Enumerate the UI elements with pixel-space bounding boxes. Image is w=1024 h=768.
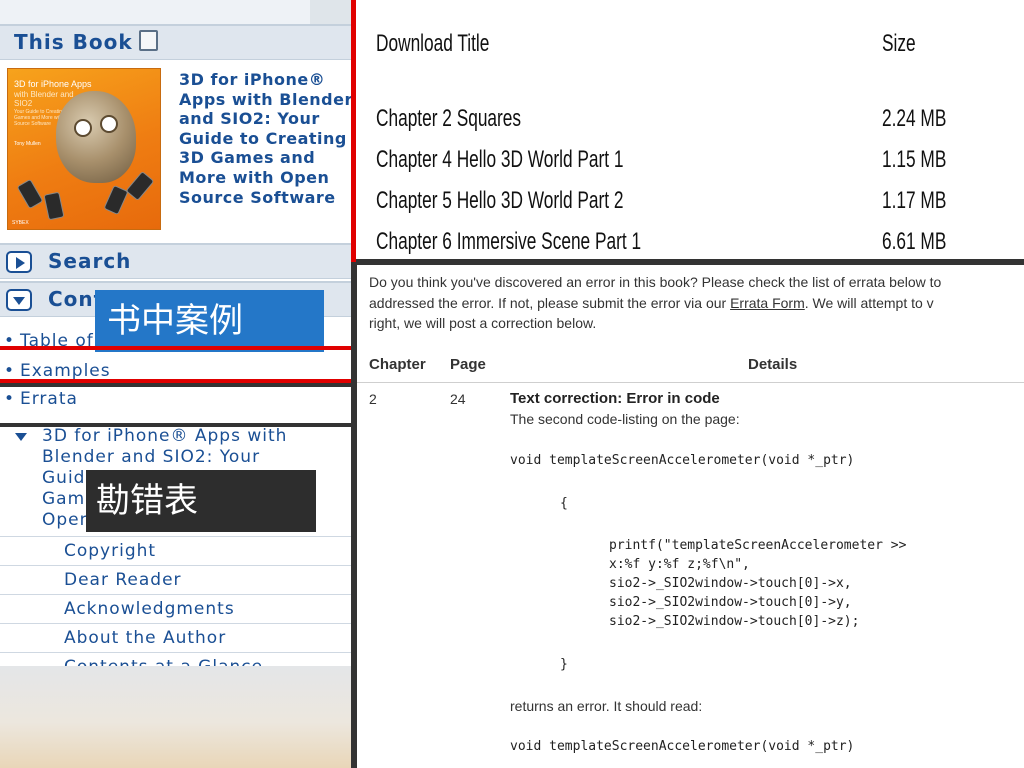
highlight-box-examples [0,346,353,383]
book-title-line: Source Software [179,187,336,207]
code-listing-signature: void templateScreenAccelerometer(void *_… [510,453,855,468]
errata-form-link[interactable]: Errata Form [730,295,805,311]
download-size: 1.15 MB [882,146,947,173]
errata-intro-fragment: addressed the error. If not, please subm… [369,294,731,311]
cover-phone-icon [16,178,44,210]
search-section-toggle[interactable]: Search [0,243,353,279]
book-title-line: 3D for iPhone® [179,70,326,89]
annotation-errata-label: 勘错表 [86,470,316,532]
download-link[interactable]: Chapter 2 Squares [376,105,521,133]
errata-intro-fragment: . We will attempt to v [804,294,934,311]
download-link[interactable]: Chapter 6 Immersive Scene Part 1 [376,228,641,256]
column-header-details: Details [748,356,798,373]
downloads-header-size: Size [882,30,916,57]
cover-publisher: SYBEX [12,220,29,226]
book-title-line: and SIO2: Your [179,109,320,129]
tree-item-about-the-author[interactable]: About the Author [0,623,353,652]
cover-phone-icon [43,191,65,221]
download-link[interactable]: Chapter 5 Hello 3D World Part 2 [376,187,623,215]
errata-intro-line: addressed the error. If not, please subm… [369,293,1024,314]
column-header-chapter: Chapter [369,356,426,373]
errata-intro-text: Do you think you've discovered an error … [369,272,1024,334]
book-title-line: More with Open [179,167,330,187]
cover-eye-icon [100,115,118,133]
download-link[interactable]: Chapter 4 Hello 3D World Part 1 [376,146,623,174]
tree-parent-line: Blender and SIO2: Your [42,447,261,467]
download-size: 1.17 MB [882,187,947,214]
tree-item-dear-reader[interactable]: Dear Reader [0,565,353,594]
code-brace-close: } [560,657,568,672]
book-title-link[interactable]: 3D for iPhone® Apps with Blender and SIO… [179,70,353,207]
cover-phone-icon [125,170,155,202]
errata-returns-text: returns an error. It should read: [510,698,703,714]
cover-eye-icon [74,119,92,137]
errata-intro-line: right, we will post a correction below. [369,315,597,331]
download-size: 6.61 MB [882,228,947,255]
code-brace-open: { [560,496,568,511]
cover-author: Tony Mullen [14,141,41,147]
errata-table-header: Chapter Page Details [357,345,1024,383]
tree-item-contents-at-a-glance[interactable]: Contents at a Glance [0,652,353,666]
sidebar-bottom-background [0,666,353,768]
errata-detail-intro: The second code-listing on the page: [510,411,740,427]
cover-creature-illustration [56,91,136,183]
tree-item-acknowledgments[interactable]: Acknowledgments [0,594,353,623]
book-title-line: 3D Games and [179,148,316,168]
downloads-panel: Download Title Size Chapter 2 Squares 2.… [356,0,1024,259]
errata-panel: Do you think you've discovered an error … [357,265,1024,768]
book-title-line: Guide to Creating [179,128,347,148]
collapse-arrow-icon [6,289,32,311]
code-listing-signature-corrected: void templateScreenAccelerometer(void *_… [510,739,855,754]
column-header-page: Page [450,356,486,373]
errata-detail-title: Text correction: Error in code [510,390,720,407]
tree-parent-line: 3D for iPhone® Apps with [42,426,288,446]
this-book-label: This Book [14,30,133,54]
errata-intro-line: Do you think you've discovered an error … [369,274,942,290]
errata-cell-chapter: 2 [369,391,377,407]
download-size: 2.24 MB [882,105,947,132]
annotation-examples-label: 书中案例 [95,290,324,352]
highlight-box-errata [0,383,353,427]
cover-phone-icon [103,184,129,216]
sidebar: This Book 3D for iPhone Apps with Blende… [0,0,353,768]
expand-arrow-icon [6,251,32,273]
search-label: Search [48,249,132,273]
book-icon [138,30,158,51]
this-book-header: This Book [0,24,353,60]
downloads-header-title: Download Title [376,30,490,57]
tree-item-copyright[interactable]: Copyright [0,536,353,565]
book-title-line: Apps with Blender [179,89,353,109]
sidebar-top-strip [0,0,353,24]
code-listing-body: printf("templateScreenAccelerometer >> x… [609,538,907,629]
cover-title: 3D for iPhone Apps [14,79,92,89]
book-cover-image[interactable]: 3D for iPhone Apps with Blender and SIO2… [7,68,161,230]
errata-cell-page: 24 [450,391,466,407]
